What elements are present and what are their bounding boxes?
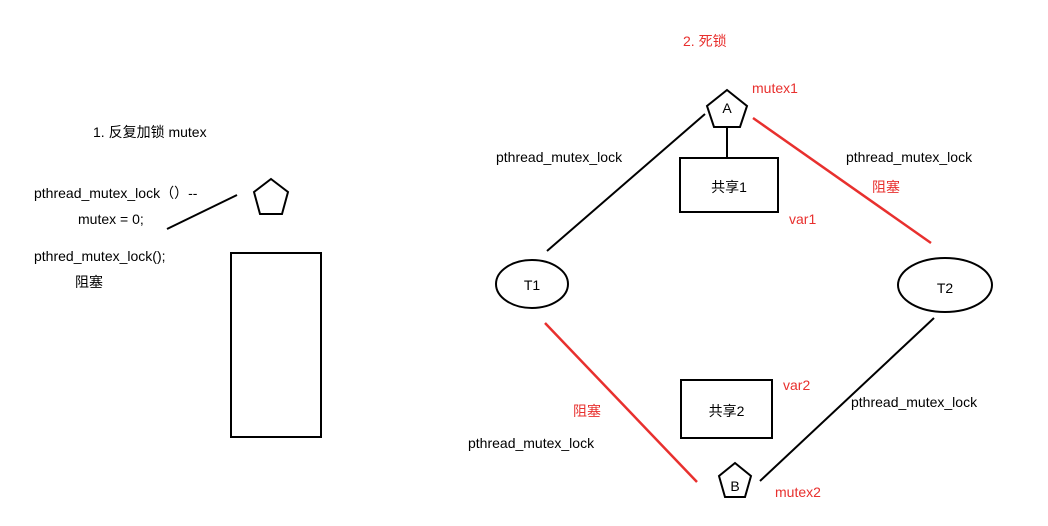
node-b-label: B [730,478,740,494]
thread-t2-label: T2 [936,280,954,296]
blocked-label: 阻塞 [75,274,103,290]
lock-call-again-text: pthred_mutex_lock(); [34,248,166,264]
lock-call-text: pthread_mutex_lock（）-- [34,185,198,201]
var2-label: var2 [783,377,811,393]
mutex1-label: mutex1 [752,80,798,96]
blocked-label-t1-b: 阻塞 [573,403,601,419]
blocked-label-t2-a: 阻塞 [872,179,900,195]
shared1-box: 共享1 [679,157,779,213]
node-a-label: A [722,100,732,116]
deadlock-title: 2. 死锁 [683,33,727,49]
edge-label-t2-a: pthread_mutex_lock [846,149,973,165]
mutex2-label: mutex2 [775,484,821,500]
edge-a-t2 [752,116,932,245]
var1-label: var1 [789,211,817,227]
edge-label-t1-b: pthread_mutex_lock [468,435,595,451]
edge-label-t2-b: pthread_mutex_lock [851,394,978,410]
edge-label-t1-a: pthread_mutex_lock [496,149,623,165]
left-title: 1. 反复加锁 mutex [93,124,207,140]
shared1-label: 共享1 [711,179,747,195]
mutex-assign-text: mutex = 0; [78,211,144,227]
edge-t1-b [544,322,698,483]
shared-resource-rect [230,252,322,438]
shared2-box: 共享2 [680,379,773,439]
pentagon-lock-icon [252,177,290,215]
thread-t1-label: T1 [523,277,541,293]
shared2-label: 共享2 [708,403,745,419]
